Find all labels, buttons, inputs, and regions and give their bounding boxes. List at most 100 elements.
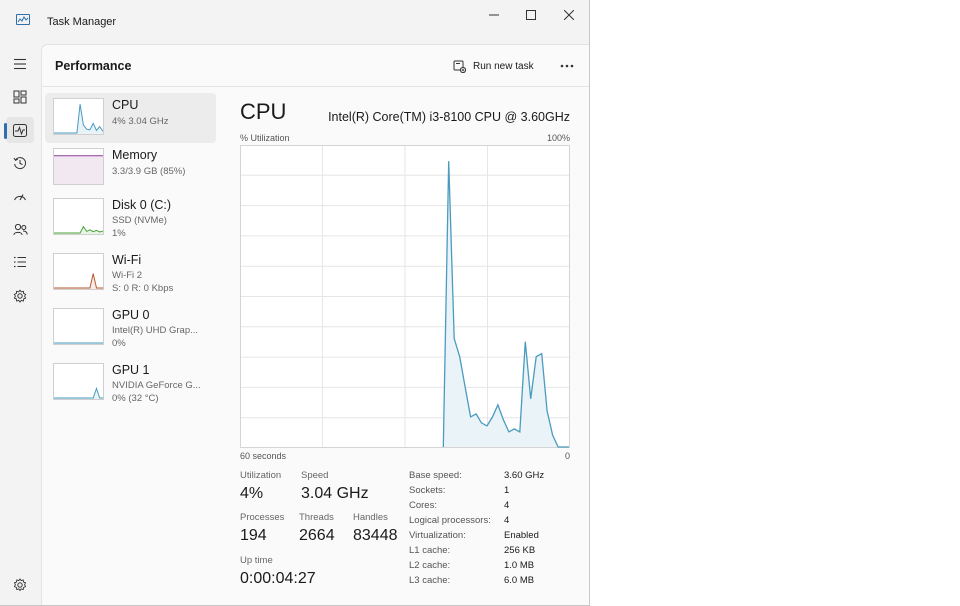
spec-value: Enabled xyxy=(504,530,539,541)
thumbnail-sparkline xyxy=(54,386,103,399)
resource-name: CPU xyxy=(112,98,139,112)
task-manager-app-icon xyxy=(16,14,30,25)
gpu0-thumbnail-graph xyxy=(53,308,104,345)
run-task-icon xyxy=(453,60,466,73)
uptime-label: Up time xyxy=(240,555,273,566)
wifi-thumbnail-graph xyxy=(53,253,104,290)
utilization-value: 4% xyxy=(240,485,264,502)
resource-detail-2: 0% (32 °C) xyxy=(112,393,159,404)
title-bar: Task Manager xyxy=(0,0,589,44)
nav-services[interactable] xyxy=(6,283,34,309)
time-axis-start: 60 seconds xyxy=(240,451,287,461)
resource-detail: 3.3/3.9 GB (85%) xyxy=(112,166,186,177)
uptime-value: 0:00:04:27 xyxy=(240,570,316,587)
resource-item-memory[interactable]: Memory 3.3/3.9 GB (85%) xyxy=(45,143,216,193)
details-icon xyxy=(14,256,26,268)
nav-settings[interactable] xyxy=(6,572,34,598)
nav-processes[interactable] xyxy=(6,84,34,110)
startup-apps-icon xyxy=(14,194,26,201)
thumbnail-area xyxy=(54,273,103,289)
run-new-task-label: Run new task xyxy=(473,60,534,72)
nav-performance[interactable] xyxy=(6,117,34,143)
utilization-axis-max: 100% xyxy=(546,133,570,143)
run-new-task-button[interactable]: Run new task xyxy=(453,56,534,76)
minimize-button[interactable] xyxy=(476,4,512,26)
threads-label: Threads xyxy=(299,512,334,523)
cpu-utilization-graph xyxy=(240,145,570,448)
cpu-model-name: Intel(R) Core(TM) i3-8100 CPU @ 3.60GHz xyxy=(328,110,570,124)
spec-value: 6.0 MB xyxy=(504,575,535,586)
disk-thumbnail-graph xyxy=(53,198,104,235)
resource-detail: NVIDIA GeForce G... xyxy=(112,380,201,391)
close-icon xyxy=(564,10,574,20)
threads-value: 2664 xyxy=(299,527,335,544)
gpu1-thumbnail-graph xyxy=(53,363,104,400)
spec-label: Base speed: xyxy=(409,470,462,481)
spec-label: Cores: xyxy=(409,500,437,511)
cpu-thumbnail-graph xyxy=(53,98,104,135)
maximize-button[interactable] xyxy=(513,4,549,26)
thumbnail-line xyxy=(54,273,103,289)
resource-name: GPU 1 xyxy=(112,363,150,377)
thumbnail-area xyxy=(54,155,103,184)
memory-thumbnail-graph xyxy=(53,148,104,185)
spec-value: 4 xyxy=(504,515,510,526)
resource-detail-2: S: 0 R: 0 Kbps xyxy=(112,283,174,294)
resource-name: Wi-Fi xyxy=(112,253,142,267)
utilization-label: Utilization xyxy=(240,470,282,481)
nav-app-history[interactable] xyxy=(6,150,34,176)
resource-detail: SSD (NVMe) xyxy=(112,215,167,226)
nav-details[interactable] xyxy=(6,249,34,275)
time-axis-end: 0 xyxy=(564,451,570,461)
spec-value: 1.0 MB xyxy=(504,560,535,571)
spec-value: 4 xyxy=(504,500,510,511)
resource-item-wifi[interactable]: Wi-Fi Wi-Fi 2 S: 0 R: 0 Kbps xyxy=(45,248,216,298)
resource-detail: Intel(R) UHD Grap... xyxy=(112,325,199,336)
thumbnail-sparkline xyxy=(54,273,103,289)
performance-page: Performance Run new task CPU 4% 3.04 GHz… xyxy=(41,44,589,605)
handles-value: 83448 xyxy=(353,527,398,544)
active-nav-indicator xyxy=(4,123,7,139)
spec-label: Logical processors: xyxy=(409,515,491,526)
hamburger-icon xyxy=(14,58,26,70)
spec-value: 3.60 GHz xyxy=(504,470,545,481)
more-options-icon xyxy=(560,64,574,68)
resource-item-gpu1[interactable]: GPU 1 NVIDIA GeForce G... 0% (32 °C) xyxy=(45,358,216,408)
resource-item-disk[interactable]: Disk 0 (C:) SSD (NVMe) 1% xyxy=(45,193,216,243)
resource-detail: Wi-Fi 2 xyxy=(112,270,143,281)
services-icon xyxy=(13,289,27,303)
users-icon xyxy=(12,223,28,235)
resource-name: Memory xyxy=(112,148,158,162)
thumbnail-sparkline xyxy=(54,342,103,344)
spec-label: Sockets: xyxy=(409,485,446,496)
spec-value: 256 KB xyxy=(504,545,536,556)
speed-label: Speed xyxy=(301,470,329,481)
resource-name: Disk 0 (C:) xyxy=(112,198,172,212)
speed-value: 3.04 GHz xyxy=(301,485,369,502)
spec-label: Virtualization: xyxy=(409,530,466,541)
close-button[interactable] xyxy=(551,4,587,26)
menu-button[interactable] xyxy=(6,51,34,77)
resource-detail-2: 0% xyxy=(112,338,126,349)
app-history-icon xyxy=(13,157,26,170)
more-options-button[interactable] xyxy=(556,56,578,76)
resource-item-cpu[interactable]: CPU 4% 3.04 GHz xyxy=(45,93,216,143)
resource-detail: 4% 3.04 GHz xyxy=(112,116,169,127)
thumbnail-sparkline xyxy=(54,104,103,134)
maximize-icon xyxy=(526,10,536,20)
resource-item-gpu0[interactable]: GPU 0 Intel(R) UHD Grap... 0% xyxy=(45,303,216,353)
processes-label: Processes xyxy=(240,512,285,523)
nav-users[interactable] xyxy=(6,216,34,242)
processes-value: 194 xyxy=(240,527,267,544)
minimize-icon xyxy=(489,14,499,16)
utilization-axis-label: % Utilization xyxy=(240,133,290,143)
nav-startup-apps[interactable] xyxy=(6,183,34,209)
page-title: Performance xyxy=(55,59,132,73)
thumbnail-sparkline xyxy=(54,225,103,234)
resource-name: GPU 0 xyxy=(112,308,150,322)
spec-value: 1 xyxy=(504,485,510,496)
navigation-rail xyxy=(0,44,40,605)
spec-label: L3 cache: xyxy=(409,575,451,586)
performance-icon xyxy=(13,123,27,137)
spec-label: L1 cache: xyxy=(409,545,451,556)
